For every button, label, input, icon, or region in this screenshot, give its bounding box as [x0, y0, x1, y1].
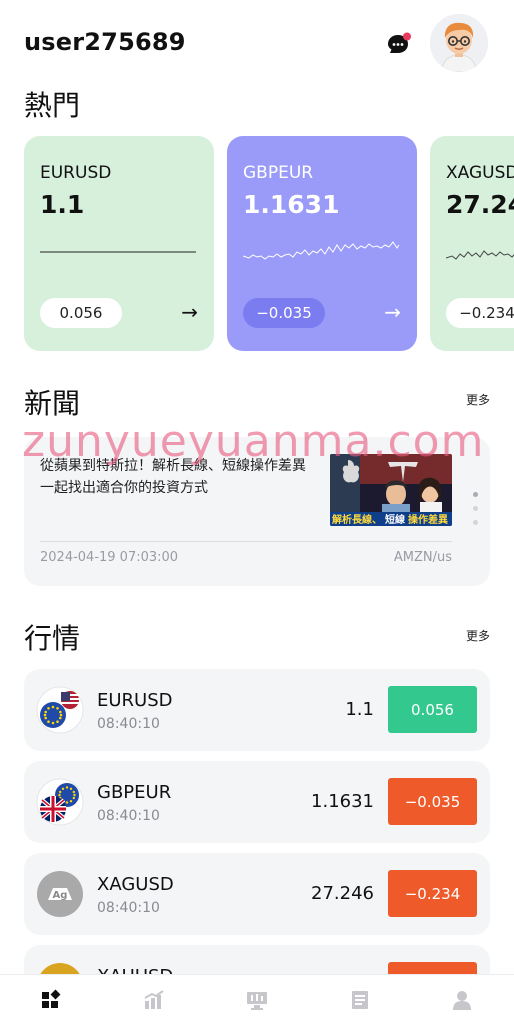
market-time: 08:40:10: [97, 808, 160, 824]
card-price: 1.1: [40, 190, 85, 219]
market-section-title: 行情: [24, 622, 81, 655]
trade-icon[interactable]: [246, 989, 268, 1011]
news-more-link[interactable]: 更多: [466, 391, 490, 408]
market-change-button[interactable]: −0.234: [388, 870, 477, 917]
card-change-pill: −0.234: [446, 298, 514, 328]
card-symbol: XAGUSD: [446, 163, 514, 183]
gbp-eur-flag-icon: [36, 778, 84, 826]
news-source: AMZN/us: [393, 550, 452, 565]
card-change-pill: 0.056: [40, 298, 122, 328]
card-symbol: GBPEUR: [243, 163, 314, 183]
avatar[interactable]: [430, 14, 488, 72]
header: user275689: [0, 0, 514, 80]
market-change-button[interactable]: 0.056: [388, 686, 477, 733]
market-time: 08:40:10: [97, 900, 160, 916]
market-symbol: XAGUSD: [97, 874, 174, 895]
chat-bubble-icon[interactable]: [386, 32, 412, 56]
silver-badge-text: Ag: [53, 890, 68, 901]
news-icon[interactable]: [349, 989, 371, 1011]
sparkline: [446, 250, 514, 260]
chart-icon[interactable]: [143, 989, 165, 1011]
username: user275689: [24, 28, 186, 56]
hot-card[interactable]: EURUSD 1.1 0.056 →: [24, 136, 214, 351]
thumb-caption-3: 操作差異: [408, 513, 448, 526]
watermark: zunyueyuanma.com: [22, 416, 485, 467]
bottom-tab-bar: [0, 974, 514, 1024]
arrow-right-icon[interactable]: →: [384, 300, 401, 324]
market-price: 1.1631: [311, 791, 374, 812]
market-row[interactable]: Ag XAGUSD 08:40:10 27.246 −0.234: [24, 853, 490, 935]
market-change-button[interactable]: −0.035: [388, 778, 477, 825]
market-price: 1.1: [345, 699, 374, 720]
market-row[interactable]: GBPEUR 08:40:10 1.1631 −0.035: [24, 761, 490, 843]
thumb-caption-2: 短線: [385, 513, 405, 526]
market-symbol: EURUSD: [97, 690, 173, 711]
home-icon[interactable]: [40, 989, 62, 1011]
hot-section-title: 熱門: [24, 89, 81, 122]
hot-card[interactable]: XAGUSD 27.246 −0.234 →: [430, 136, 514, 351]
card-price: 27.246: [446, 190, 514, 219]
eur-usd-flag-icon: [36, 686, 84, 734]
card-price: 1.1631: [243, 190, 340, 219]
silver-ag-icon: Ag: [36, 870, 84, 918]
hot-cards-carousel[interactable]: EURUSD 1.1 0.056 → GBPEUR 1.1631 −0.035 …: [24, 136, 514, 352]
card-change-pill: −0.035: [243, 298, 325, 328]
market-time: 08:40:10: [97, 716, 160, 732]
market-symbol: GBPEUR: [97, 782, 172, 803]
market-row[interactable]: EURUSD 08:40:10 1.1 0.056: [24, 669, 490, 751]
market-price: 27.246: [311, 883, 374, 904]
arrow-right-icon[interactable]: →: [181, 300, 198, 324]
profile-icon[interactable]: [451, 989, 473, 1011]
divider: [40, 541, 452, 542]
market-more-link[interactable]: 更多: [466, 627, 490, 644]
hot-card[interactable]: GBPEUR 1.1631 −0.035 →: [227, 136, 417, 351]
sparkline: [243, 241, 400, 260]
thumb-caption-1: 解析長線、: [332, 513, 382, 526]
card-symbol: EURUSD: [40, 163, 112, 183]
news-date: 2024-04-19 07:03:00: [40, 550, 179, 565]
news-pager-dots: [473, 492, 479, 534]
sparkline-flat: [40, 251, 196, 253]
